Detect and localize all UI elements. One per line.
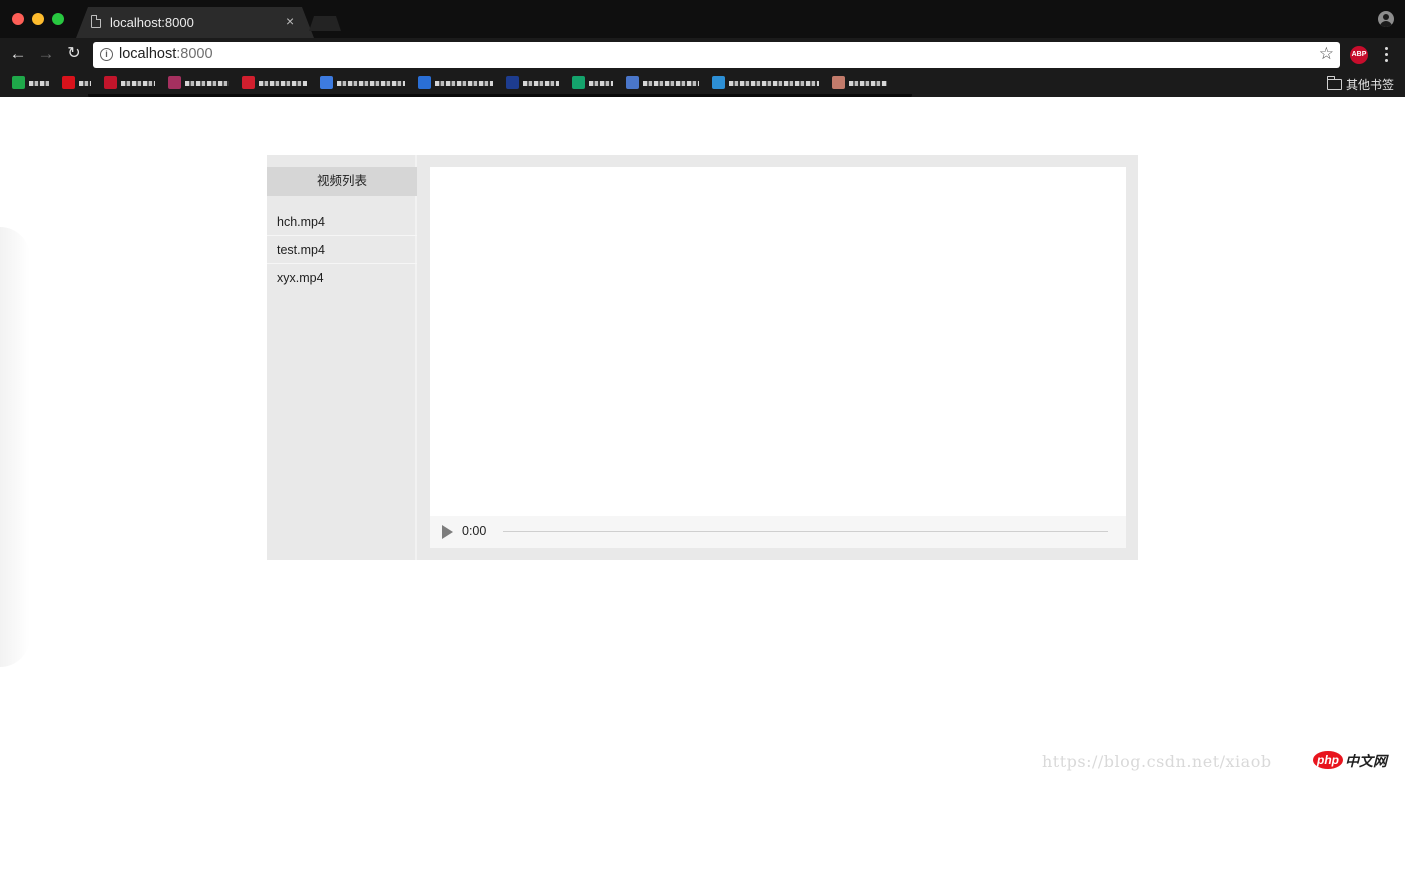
bookmark-favicon-icon bbox=[626, 76, 639, 89]
video-app: 视频列表 hch.mp4 test.mp4 xyx.mp4 0:00 bbox=[267, 155, 1138, 560]
bookmark-label bbox=[849, 81, 887, 86]
bookmark-item[interactable] bbox=[242, 75, 312, 91]
video-player[interactable]: 0:00 bbox=[430, 167, 1126, 548]
back-button[interactable]: ← bbox=[7, 43, 29, 65]
bookmark-label bbox=[643, 81, 699, 86]
video-list-item[interactable]: test.mp4 bbox=[267, 236, 417, 264]
seek-bar[interactable] bbox=[503, 531, 1108, 532]
browser-chrome: localhost:8000 × ← → ↻ i localhost:8000 … bbox=[0, 0, 1405, 98]
info-icon[interactable]: i bbox=[100, 48, 113, 61]
folder-icon bbox=[1327, 76, 1342, 90]
new-tab-button[interactable] bbox=[309, 16, 341, 31]
tab-strip: localhost:8000 × bbox=[0, 0, 1405, 38]
player-controls: 0:00 bbox=[430, 516, 1126, 548]
forward-button[interactable]: → bbox=[35, 43, 57, 65]
php-logo-badge: php bbox=[1313, 751, 1343, 769]
bookmark-items bbox=[12, 75, 912, 91]
url-port: :8000 bbox=[176, 46, 213, 62]
bookmark-item[interactable] bbox=[104, 75, 160, 91]
url-host: localhost bbox=[119, 46, 177, 62]
tab-title: localhost:8000 bbox=[110, 15, 194, 30]
bookmark-label bbox=[523, 81, 559, 86]
bookmark-favicon-icon bbox=[572, 76, 585, 89]
bookmarks-bar: 其他书签 bbox=[0, 71, 1405, 98]
minimize-window-button[interactable] bbox=[32, 13, 44, 25]
bookmark-label bbox=[259, 81, 307, 86]
php-logo-text: 中文网 bbox=[1345, 753, 1387, 769]
bookmark-label bbox=[121, 81, 155, 86]
current-time: 0:00 bbox=[462, 524, 487, 538]
bookmark-favicon-icon bbox=[320, 76, 333, 89]
bookmark-favicon-icon bbox=[418, 76, 431, 89]
bookmark-item[interactable] bbox=[168, 75, 234, 91]
play-icon[interactable] bbox=[442, 525, 453, 539]
browser-toolbar: ← → ↻ i localhost:8000 ☆ ABP bbox=[0, 38, 1405, 71]
video-list-item[interactable]: xyx.mp4 bbox=[267, 264, 417, 292]
other-bookmarks-folder[interactable]: 其他书签 bbox=[1327, 76, 1394, 93]
bookmark-item[interactable] bbox=[506, 75, 564, 91]
zoom-window-button[interactable] bbox=[52, 13, 64, 25]
bookmark-label bbox=[185, 81, 229, 86]
watermark-url: https://blog.csdn.net/xiaob bbox=[1042, 752, 1272, 771]
edge-shadow bbox=[0, 227, 30, 667]
bookmark-favicon-icon bbox=[712, 76, 725, 89]
address-bar[interactable]: i localhost:8000 ☆ bbox=[93, 42, 1340, 68]
reload-button[interactable]: ↻ bbox=[63, 43, 85, 65]
bookmark-label bbox=[435, 81, 493, 86]
bookmark-favicon-icon bbox=[62, 76, 75, 89]
sidebar-title: 视频列表 bbox=[267, 167, 417, 196]
bookmark-favicon-icon bbox=[12, 76, 25, 89]
bookmark-item[interactable] bbox=[626, 75, 704, 91]
document-icon bbox=[91, 15, 101, 28]
bookmark-item[interactable] bbox=[62, 75, 96, 91]
bookmark-label bbox=[337, 81, 405, 86]
url-text[interactable]: localhost:8000 bbox=[119, 46, 213, 62]
video-list: hch.mp4 test.mp4 xyx.mp4 bbox=[267, 208, 417, 292]
more-menu-icon[interactable] bbox=[1381, 46, 1391, 64]
bookmark-favicon-icon bbox=[832, 76, 845, 89]
bookmark-label bbox=[729, 81, 819, 86]
video-list-item[interactable]: hch.mp4 bbox=[267, 208, 417, 236]
bookmark-item[interactable] bbox=[320, 75, 410, 91]
other-bookmarks-label: 其他书签 bbox=[1346, 78, 1395, 92]
video-sidebar: 视频列表 hch.mp4 test.mp4 xyx.mp4 bbox=[267, 155, 417, 560]
bookmark-item[interactable] bbox=[832, 75, 892, 91]
profile-icon[interactable] bbox=[1378, 11, 1394, 27]
adblock-icon[interactable]: ABP bbox=[1350, 46, 1368, 64]
bookmark-favicon-icon bbox=[506, 76, 519, 89]
tab-localhost[interactable]: localhost:8000 × bbox=[76, 7, 314, 38]
bookmark-favicon-icon bbox=[168, 76, 181, 89]
close-window-button[interactable] bbox=[12, 13, 24, 25]
bookmark-label bbox=[79, 81, 91, 86]
bookmark-favicon-icon bbox=[242, 76, 255, 89]
tab-close-icon[interactable]: × bbox=[286, 13, 294, 29]
bookmark-star-icon[interactable]: ☆ bbox=[1319, 44, 1334, 64]
bookmark-label bbox=[589, 81, 613, 86]
video-surface[interactable] bbox=[430, 167, 1126, 516]
bookmark-item[interactable] bbox=[572, 75, 618, 91]
bookmark-favicon-icon bbox=[104, 76, 117, 89]
bookmark-item[interactable] bbox=[418, 75, 498, 91]
bookmark-item[interactable] bbox=[712, 75, 824, 91]
bookmark-item[interactable] bbox=[12, 75, 54, 91]
bookmark-label bbox=[29, 81, 49, 86]
